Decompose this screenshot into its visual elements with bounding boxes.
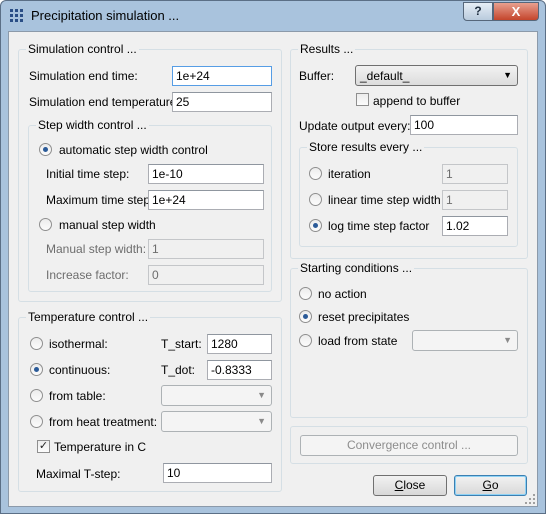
manual-step-radio-label: manual step width xyxy=(59,218,156,232)
continuous-radio[interactable] xyxy=(30,363,43,376)
linear-step-label: linear time step width xyxy=(328,193,441,207)
update-output-input[interactable]: 100 xyxy=(410,115,518,135)
title-bar[interactable]: Precipitation simulation ... ? X xyxy=(1,1,545,31)
from-heat-treatment-select[interactable]: ▼ xyxy=(161,411,272,432)
manual-step-input[interactable]: 1 xyxy=(148,239,264,259)
temperature-in-c-label: Temperature in C xyxy=(54,440,147,454)
help-button[interactable]: ? xyxy=(463,2,493,21)
simulation-control-title: Simulation control ... xyxy=(26,42,139,56)
from-heat-treatment-label: from heat treatment: xyxy=(49,415,158,429)
load-from-state-radio[interactable] xyxy=(299,334,312,347)
linear-step-radio[interactable] xyxy=(309,193,322,206)
go-button[interactable]: Go xyxy=(454,475,527,496)
window-close-button[interactable]: X xyxy=(493,2,539,21)
manual-step-radio[interactable] xyxy=(39,218,52,231)
t-start-label: T_start: xyxy=(161,337,202,351)
reset-precipitates-label: reset precipitates xyxy=(318,310,410,324)
append-to-buffer-label: append to buffer xyxy=(373,94,461,108)
load-from-state-label: load from state xyxy=(318,334,398,348)
iteration-radio[interactable] xyxy=(309,167,322,180)
initial-step-input[interactable]: 1e-10 xyxy=(148,164,264,184)
t-start-input[interactable]: 1280 xyxy=(207,334,272,354)
dialog-window: Precipitation simulation ... ? X Simulat… xyxy=(0,0,546,514)
end-temperature-label: Simulation end temperature: xyxy=(29,95,180,109)
chevron-down-icon: ▼ xyxy=(503,335,512,345)
no-action-radio[interactable] xyxy=(299,287,312,300)
t-dot-label: T_dot: xyxy=(161,363,196,377)
continuous-label: continuous: xyxy=(49,363,111,377)
max-t-step-label: Maximal T-step: xyxy=(36,467,121,481)
log-step-label: log time step factor xyxy=(328,219,430,233)
max-t-step-input[interactable]: 10 xyxy=(163,463,272,483)
temperature-in-c-checkbox[interactable]: ✓ xyxy=(37,440,50,453)
isothermal-label: isothermal: xyxy=(49,337,108,351)
buffer-value: _default_ xyxy=(360,69,410,83)
log-step-radio[interactable] xyxy=(309,219,322,232)
end-time-label: Simulation end time: xyxy=(29,69,138,83)
max-step-input[interactable]: 1e+24 xyxy=(148,190,264,210)
resize-grip-icon[interactable] xyxy=(525,494,535,504)
iteration-input[interactable]: 1 xyxy=(442,164,508,184)
starting-conditions-title: Starting conditions ... xyxy=(298,261,415,275)
buffer-select[interactable]: _default_ ▼ xyxy=(355,65,518,86)
from-table-radio[interactable] xyxy=(30,389,43,402)
iteration-label: iteration xyxy=(328,167,371,181)
end-time-input[interactable]: 1e+24 xyxy=(172,66,272,86)
no-action-label: no action xyxy=(318,287,367,301)
go-button-label: o xyxy=(491,478,499,492)
from-heat-treatment-radio[interactable] xyxy=(30,415,43,428)
linear-step-input[interactable]: 1 xyxy=(442,190,508,210)
log-step-input[interactable]: 1.02 xyxy=(442,216,508,236)
buffer-label: Buffer: xyxy=(299,69,335,83)
close-button[interactable]: Close xyxy=(373,475,447,496)
append-to-buffer-checkbox[interactable] xyxy=(356,93,369,106)
manual-step-label: Manual step width: xyxy=(46,242,147,256)
store-results-title: Store results every ... xyxy=(307,140,425,154)
go-button-mnemonic: G xyxy=(482,478,492,492)
close-icon: X xyxy=(511,4,521,19)
max-step-label: Maximum time step: xyxy=(46,193,154,207)
load-from-state-select[interactable]: ▼ xyxy=(412,330,518,351)
temperature-control-title: Temperature control ... xyxy=(26,310,151,324)
automatic-step-label: automatic step width control xyxy=(59,143,208,157)
increase-factor-input[interactable]: 0 xyxy=(148,265,264,285)
reset-precipitates-radio[interactable] xyxy=(299,310,312,323)
chevron-down-icon: ▼ xyxy=(257,390,266,400)
window-title: Precipitation simulation ... xyxy=(31,8,180,23)
chevron-down-icon: ▼ xyxy=(257,416,266,426)
initial-step-label: Initial time step: xyxy=(46,167,130,181)
from-table-select[interactable]: ▼ xyxy=(161,385,272,406)
app-icon xyxy=(10,9,24,23)
step-width-title: Step width control ... xyxy=(36,118,149,132)
chevron-down-icon: ▼ xyxy=(503,70,512,80)
automatic-step-radio[interactable] xyxy=(39,143,52,156)
update-output-label: Update output every: xyxy=(299,119,411,133)
close-button-label: lose xyxy=(403,478,426,492)
results-title: Results ... xyxy=(298,42,356,56)
convergence-control-button[interactable]: Convergence control ... xyxy=(300,435,518,456)
t-dot-input[interactable]: -0.8333 xyxy=(207,360,272,380)
from-table-label: from table: xyxy=(49,389,106,403)
help-icon: ? xyxy=(474,4,482,18)
increase-factor-label: Increase factor: xyxy=(46,268,129,282)
end-temperature-input[interactable]: 25 xyxy=(172,92,272,112)
dialog-client-area: Simulation control ... Simulation end ti… xyxy=(8,31,538,507)
isothermal-radio[interactable] xyxy=(30,337,43,350)
